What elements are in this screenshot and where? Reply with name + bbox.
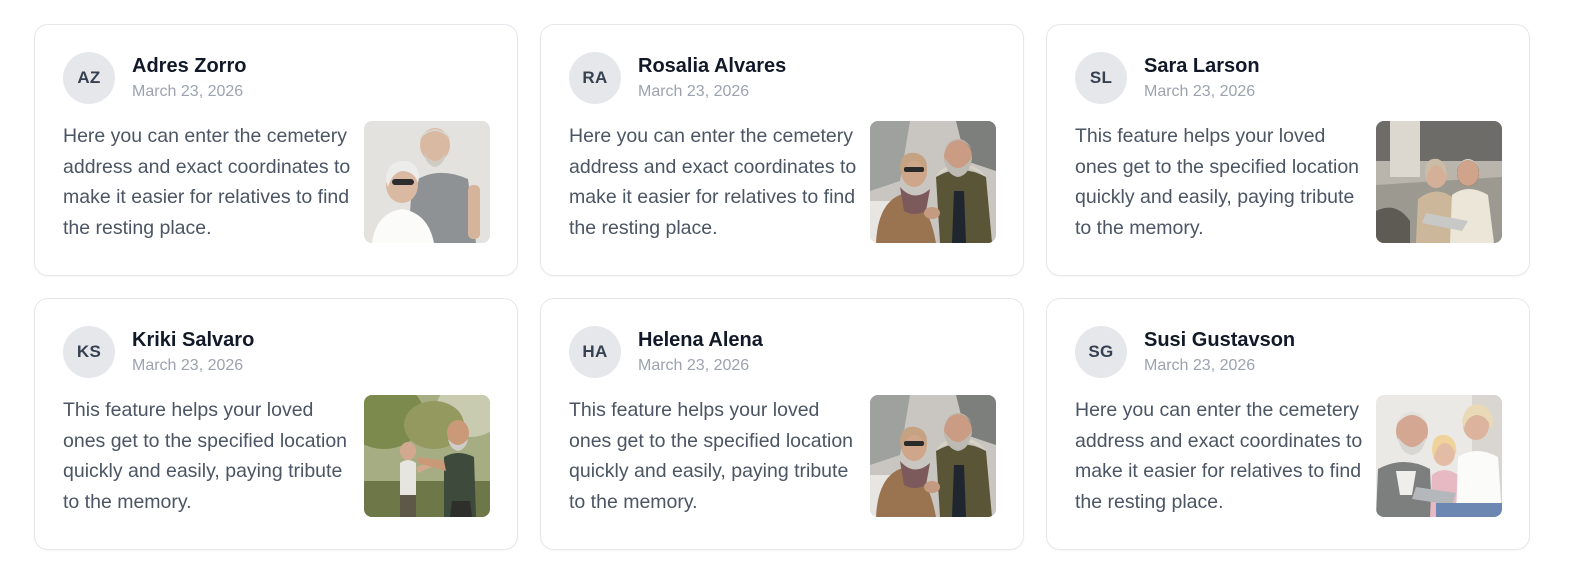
post-date: March 23, 2026 [1144, 83, 1256, 100]
testimonial-card: KS Kriki Salvaro March 23, 2026 This fea… [34, 298, 518, 550]
author-meta: Susi Gustavson March 23, 2026 [1144, 328, 1295, 376]
testimonial-text: This feature helps your loved ones get t… [1075, 125, 1360, 239]
author-meta: Kriki Salvaro March 23, 2026 [132, 328, 254, 376]
card-header: HA Helena Alena March 23, 2026 [569, 326, 763, 378]
post-date: March 23, 2026 [132, 83, 244, 100]
couple-laptop-photo [1376, 121, 1502, 243]
couple-winter-photo [870, 121, 996, 243]
post-date: March 23, 2026 [638, 83, 750, 100]
testimonial-text: Here you can enter the cemetery address … [63, 125, 351, 239]
elderly-couple-photo [364, 121, 490, 243]
testimonial-card: HA Helena Alena March 23, 2026 This feat… [540, 298, 1024, 550]
testimonial-card: SL Sara Larson March 23, 2026 This featu… [1046, 24, 1530, 276]
testimonial-text: This feature helps your loved ones get t… [569, 399, 854, 513]
avatar: HA [569, 326, 621, 378]
testimonial-grid: AZ Adres Zorro March 23, 2026 Here you c… [34, 24, 1530, 550]
card-header: KS Kriki Salvaro March 23, 2026 [63, 326, 254, 378]
testimonial-text: Here you can enter the cemetery address … [1075, 399, 1363, 513]
author-name: Kriki Salvaro [132, 329, 255, 351]
card-header: SL Sara Larson March 23, 2026 [1075, 52, 1260, 104]
couple-winter-photo [870, 395, 996, 517]
testimonial-card: SG Susi Gustavson March 23, 2026 Here yo… [1046, 298, 1530, 550]
author-meta: Sara Larson March 23, 2026 [1144, 54, 1260, 102]
post-date: March 23, 2026 [132, 357, 244, 374]
author-name: Sara Larson [1144, 55, 1260, 77]
author-meta: Adres Zorro March 23, 2026 [132, 54, 246, 102]
testimonial-card: AZ Adres Zorro March 23, 2026 Here you c… [34, 24, 518, 276]
card-header: RA Rosalia Alvares March 23, 2026 [569, 52, 786, 104]
author-meta: Rosalia Alvares March 23, 2026 [638, 54, 786, 102]
testimonial-text: This feature helps your loved ones get t… [63, 399, 348, 513]
card-header: AZ Adres Zorro March 23, 2026 [63, 52, 246, 104]
author-name: Adres Zorro [132, 55, 247, 77]
testimonial-card: RA Rosalia Alvares March 23, 2026 Here y… [540, 24, 1024, 276]
post-date: March 23, 2026 [1144, 357, 1256, 374]
avatar: RA [569, 52, 621, 104]
card-header: SG Susi Gustavson March 23, 2026 [1075, 326, 1295, 378]
avatar: KS [63, 326, 115, 378]
avatar: AZ [63, 52, 115, 104]
post-date: March 23, 2026 [638, 357, 750, 374]
author-name: Rosalia Alvares [638, 55, 787, 77]
author-name: Susi Gustavson [1144, 329, 1296, 351]
author-name: Helena Alena [638, 329, 763, 351]
avatar: SG [1075, 326, 1127, 378]
testimonial-text: Here you can enter the cemetery address … [569, 125, 857, 239]
couple-exercise-photo [364, 395, 490, 517]
author-meta: Helena Alena March 23, 2026 [638, 328, 763, 376]
avatar: SL [1075, 52, 1127, 104]
grandparents-child-photo [1376, 395, 1502, 517]
